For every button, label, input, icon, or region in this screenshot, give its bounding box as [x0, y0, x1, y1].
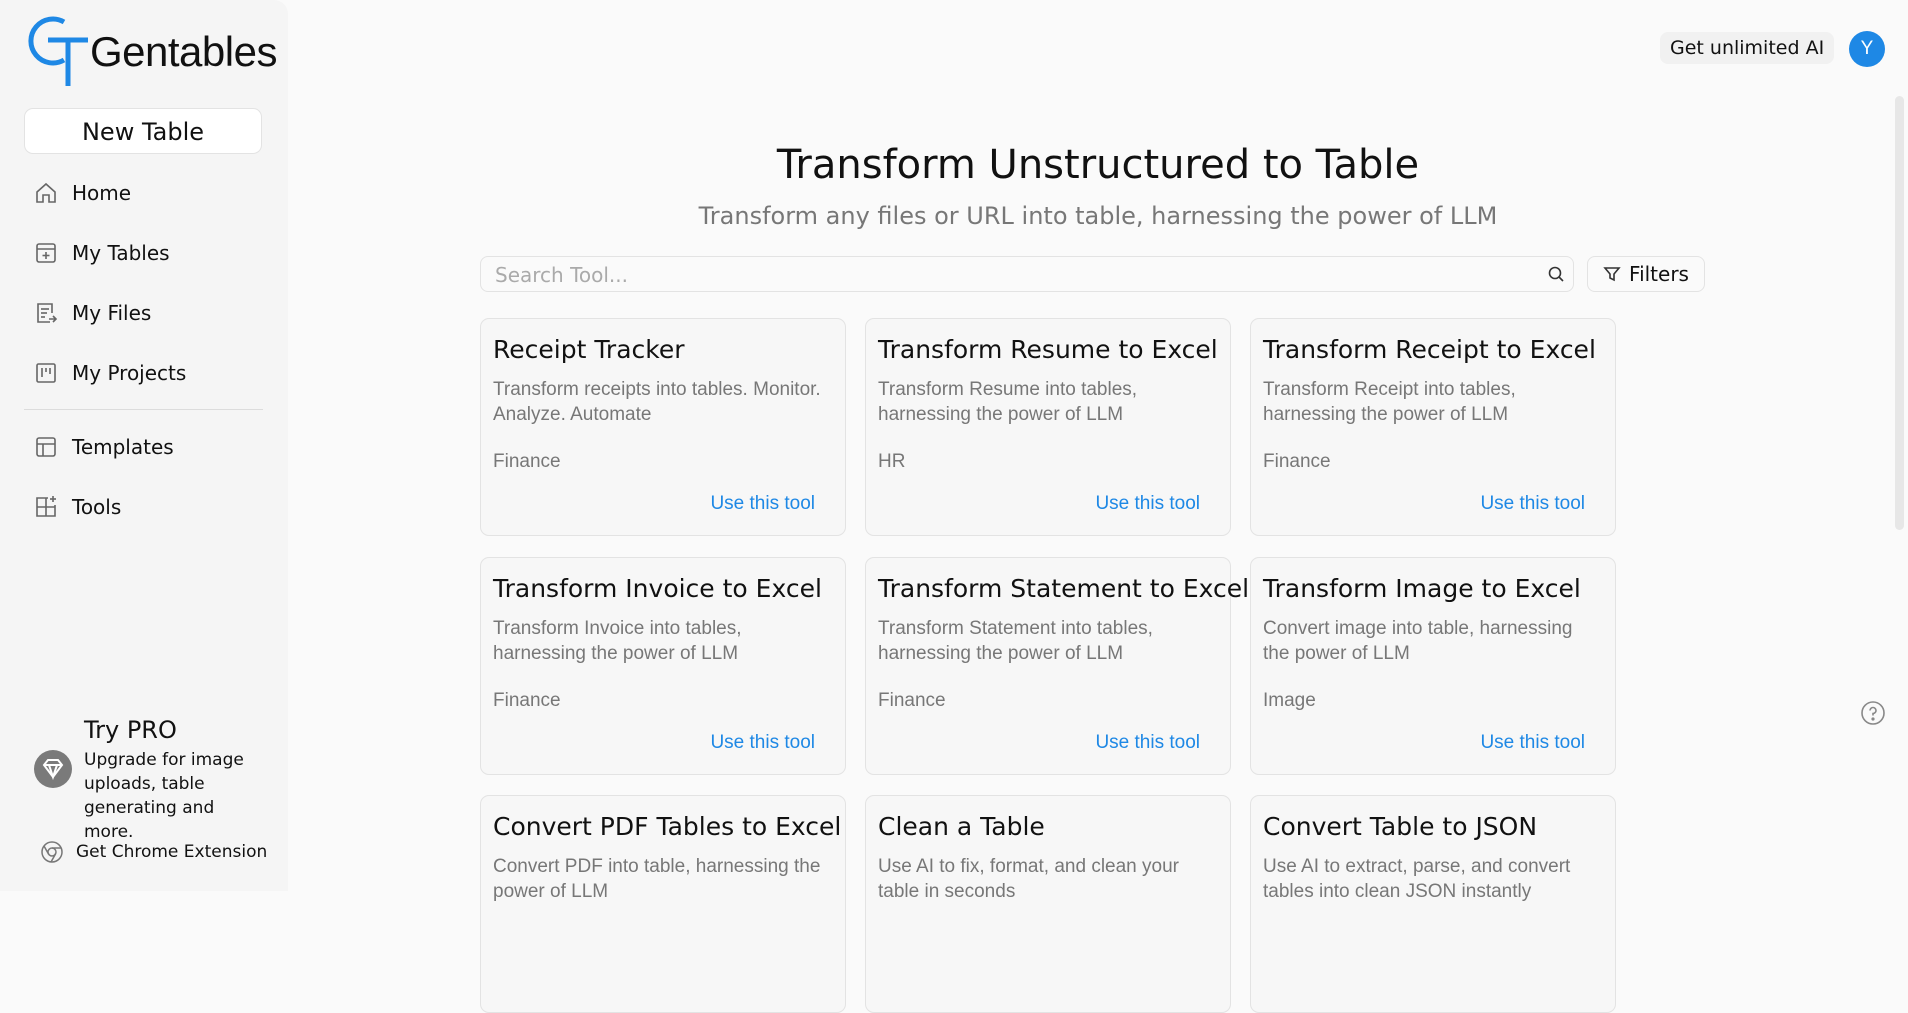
- tool-card-title: Transform Invoice to Excel: [493, 574, 822, 603]
- filters-label: Filters: [1629, 262, 1689, 286]
- tool-card-title: Receipt Tracker: [493, 335, 685, 364]
- help-icon[interactable]: [1860, 700, 1886, 726]
- tool-card-description: Transform Receipt into tables, harnessin…: [1263, 379, 1516, 425]
- tool-card-description: Convert image into table, harnessing the…: [1263, 618, 1573, 664]
- tool-card-title: Transform Receipt to Excel: [1263, 335, 1596, 364]
- use-tool-link[interactable]: Use this tool: [710, 732, 815, 754]
- chrome-extension-label: Get Chrome Extension: [76, 842, 268, 862]
- tool-card: Transform Receipt to Excel Transform Rec…: [1250, 318, 1616, 536]
- tool-card: Receipt Tracker Transform receipts into …: [480, 318, 846, 536]
- use-tool-link[interactable]: Use this tool: [1095, 493, 1200, 515]
- tool-card-category: HR: [878, 451, 906, 472]
- layout-icon: [34, 435, 58, 459]
- tool-card: Transform Image to Excel Convert image i…: [1250, 557, 1616, 775]
- use-tool-link[interactable]: Use this tool: [1095, 732, 1200, 754]
- kanban-icon: [34, 361, 58, 385]
- sidebar: Gentables New Table Home My Tables My Fi…: [0, 0, 288, 891]
- tool-card: Convert Table to JSON Use AI to extract,…: [1250, 795, 1616, 1013]
- sidebar-item-home[interactable]: Home: [34, 175, 264, 211]
- avatar[interactable]: Y: [1849, 31, 1885, 67]
- chrome-extension-link[interactable]: Get Chrome Extension: [40, 840, 267, 864]
- search-input[interactable]: [493, 257, 1537, 293]
- tool-card-description: Use AI to extract, parse, and convert ta…: [1263, 856, 1571, 902]
- sidebar-item-my-files[interactable]: My Files: [34, 295, 264, 331]
- sidebar-item-label: Home: [72, 181, 132, 205]
- file-export-icon: [34, 301, 58, 325]
- sidebar-item-label: My Files: [72, 301, 152, 325]
- tool-card-description: Transform Statement into tables, harness…: [878, 618, 1153, 664]
- tool-card-category: Finance: [493, 690, 561, 711]
- try-pro-panel[interactable]: Try PRO Upgrade for image uploads, table…: [34, 716, 274, 842]
- try-pro-title: Try PRO: [84, 716, 177, 744]
- tool-card-title: Clean a Table: [878, 812, 1045, 841]
- sidebar-item-my-projects[interactable]: My Projects: [34, 355, 264, 391]
- tool-card-title: Transform Resume to Excel: [878, 335, 1218, 364]
- try-pro-description: Upgrade for image uploads, table generat…: [84, 750, 244, 842]
- use-tool-link[interactable]: Use this tool: [1480, 493, 1585, 515]
- tool-card-title: Transform Image to Excel: [1263, 574, 1581, 603]
- logo-text: Gentables: [90, 28, 277, 75]
- tool-card-description: Convert PDF into table, harnessing the p…: [493, 856, 821, 902]
- tool-card-category: Finance: [493, 451, 561, 472]
- search-icon[interactable]: [1547, 265, 1565, 283]
- get-unlimited-ai-button[interactable]: Get unlimited AI: [1660, 32, 1835, 64]
- tool-card-description: Transform Invoice into tables, harnessin…: [493, 618, 742, 664]
- tool-card-title: Convert PDF Tables to Excel: [493, 812, 842, 841]
- filter-icon: [1603, 267, 1621, 282]
- tool-card: Transform Resume to Excel Transform Resu…: [865, 318, 1231, 536]
- tool-card-description: Transform Resume into tables, harnessing…: [878, 379, 1138, 425]
- sidebar-item-templates[interactable]: Templates: [34, 429, 264, 465]
- logo-mark-icon: [28, 16, 88, 86]
- tool-card-category: Image: [1263, 690, 1316, 711]
- diamond-badge-icon: [34, 750, 72, 788]
- tool-card-title: Transform Statement to Excel: [878, 574, 1250, 603]
- use-tool-link[interactable]: Use this tool: [1480, 732, 1585, 754]
- page-subtitle: Transform any files or URL into table, h…: [698, 202, 1498, 230]
- search-box: [480, 256, 1574, 293]
- sidebar-item-label: Templates: [72, 435, 174, 459]
- grid-plus-icon: [34, 495, 58, 519]
- tool-card: Clean a Table Use AI to fix, format, and…: [865, 795, 1231, 1013]
- sidebar-item-my-tables[interactable]: My Tables: [34, 235, 264, 271]
- home-icon: [34, 181, 58, 205]
- new-table-button[interactable]: New Table: [24, 108, 262, 154]
- tool-card: Transform Statement to Excel Transform S…: [865, 557, 1249, 775]
- sidebar-divider: [24, 409, 263, 410]
- sidebar-item-label: My Projects: [72, 361, 187, 385]
- page-title: Transform Unstructured to Table: [776, 142, 1420, 188]
- tool-card-title: Convert Table to JSON: [1263, 812, 1538, 841]
- filters-button[interactable]: Filters: [1587, 256, 1705, 292]
- tool-card-category: Finance: [878, 690, 946, 711]
- sidebar-item-tools[interactable]: Tools: [34, 489, 264, 525]
- chrome-icon: [41, 841, 63, 863]
- tool-card: Convert PDF Tables to Excel Convert PDF …: [480, 795, 846, 1013]
- sidebar-item-label: Tools: [72, 495, 122, 519]
- table-plus-icon: [34, 241, 58, 265]
- tool-card-description: Use AI to fix, format, and clean your ta…: [878, 856, 1179, 902]
- tool-card-description: Transform receipts into tables. Monitor.…: [493, 379, 821, 425]
- tool-card-category: Finance: [1263, 451, 1331, 472]
- use-tool-link[interactable]: Use this tool: [710, 493, 815, 515]
- tool-card: Transform Invoice to Excel Transform Inv…: [480, 557, 846, 775]
- logo[interactable]: Gentables: [24, 10, 277, 86]
- sidebar-item-label: My Tables: [72, 241, 170, 265]
